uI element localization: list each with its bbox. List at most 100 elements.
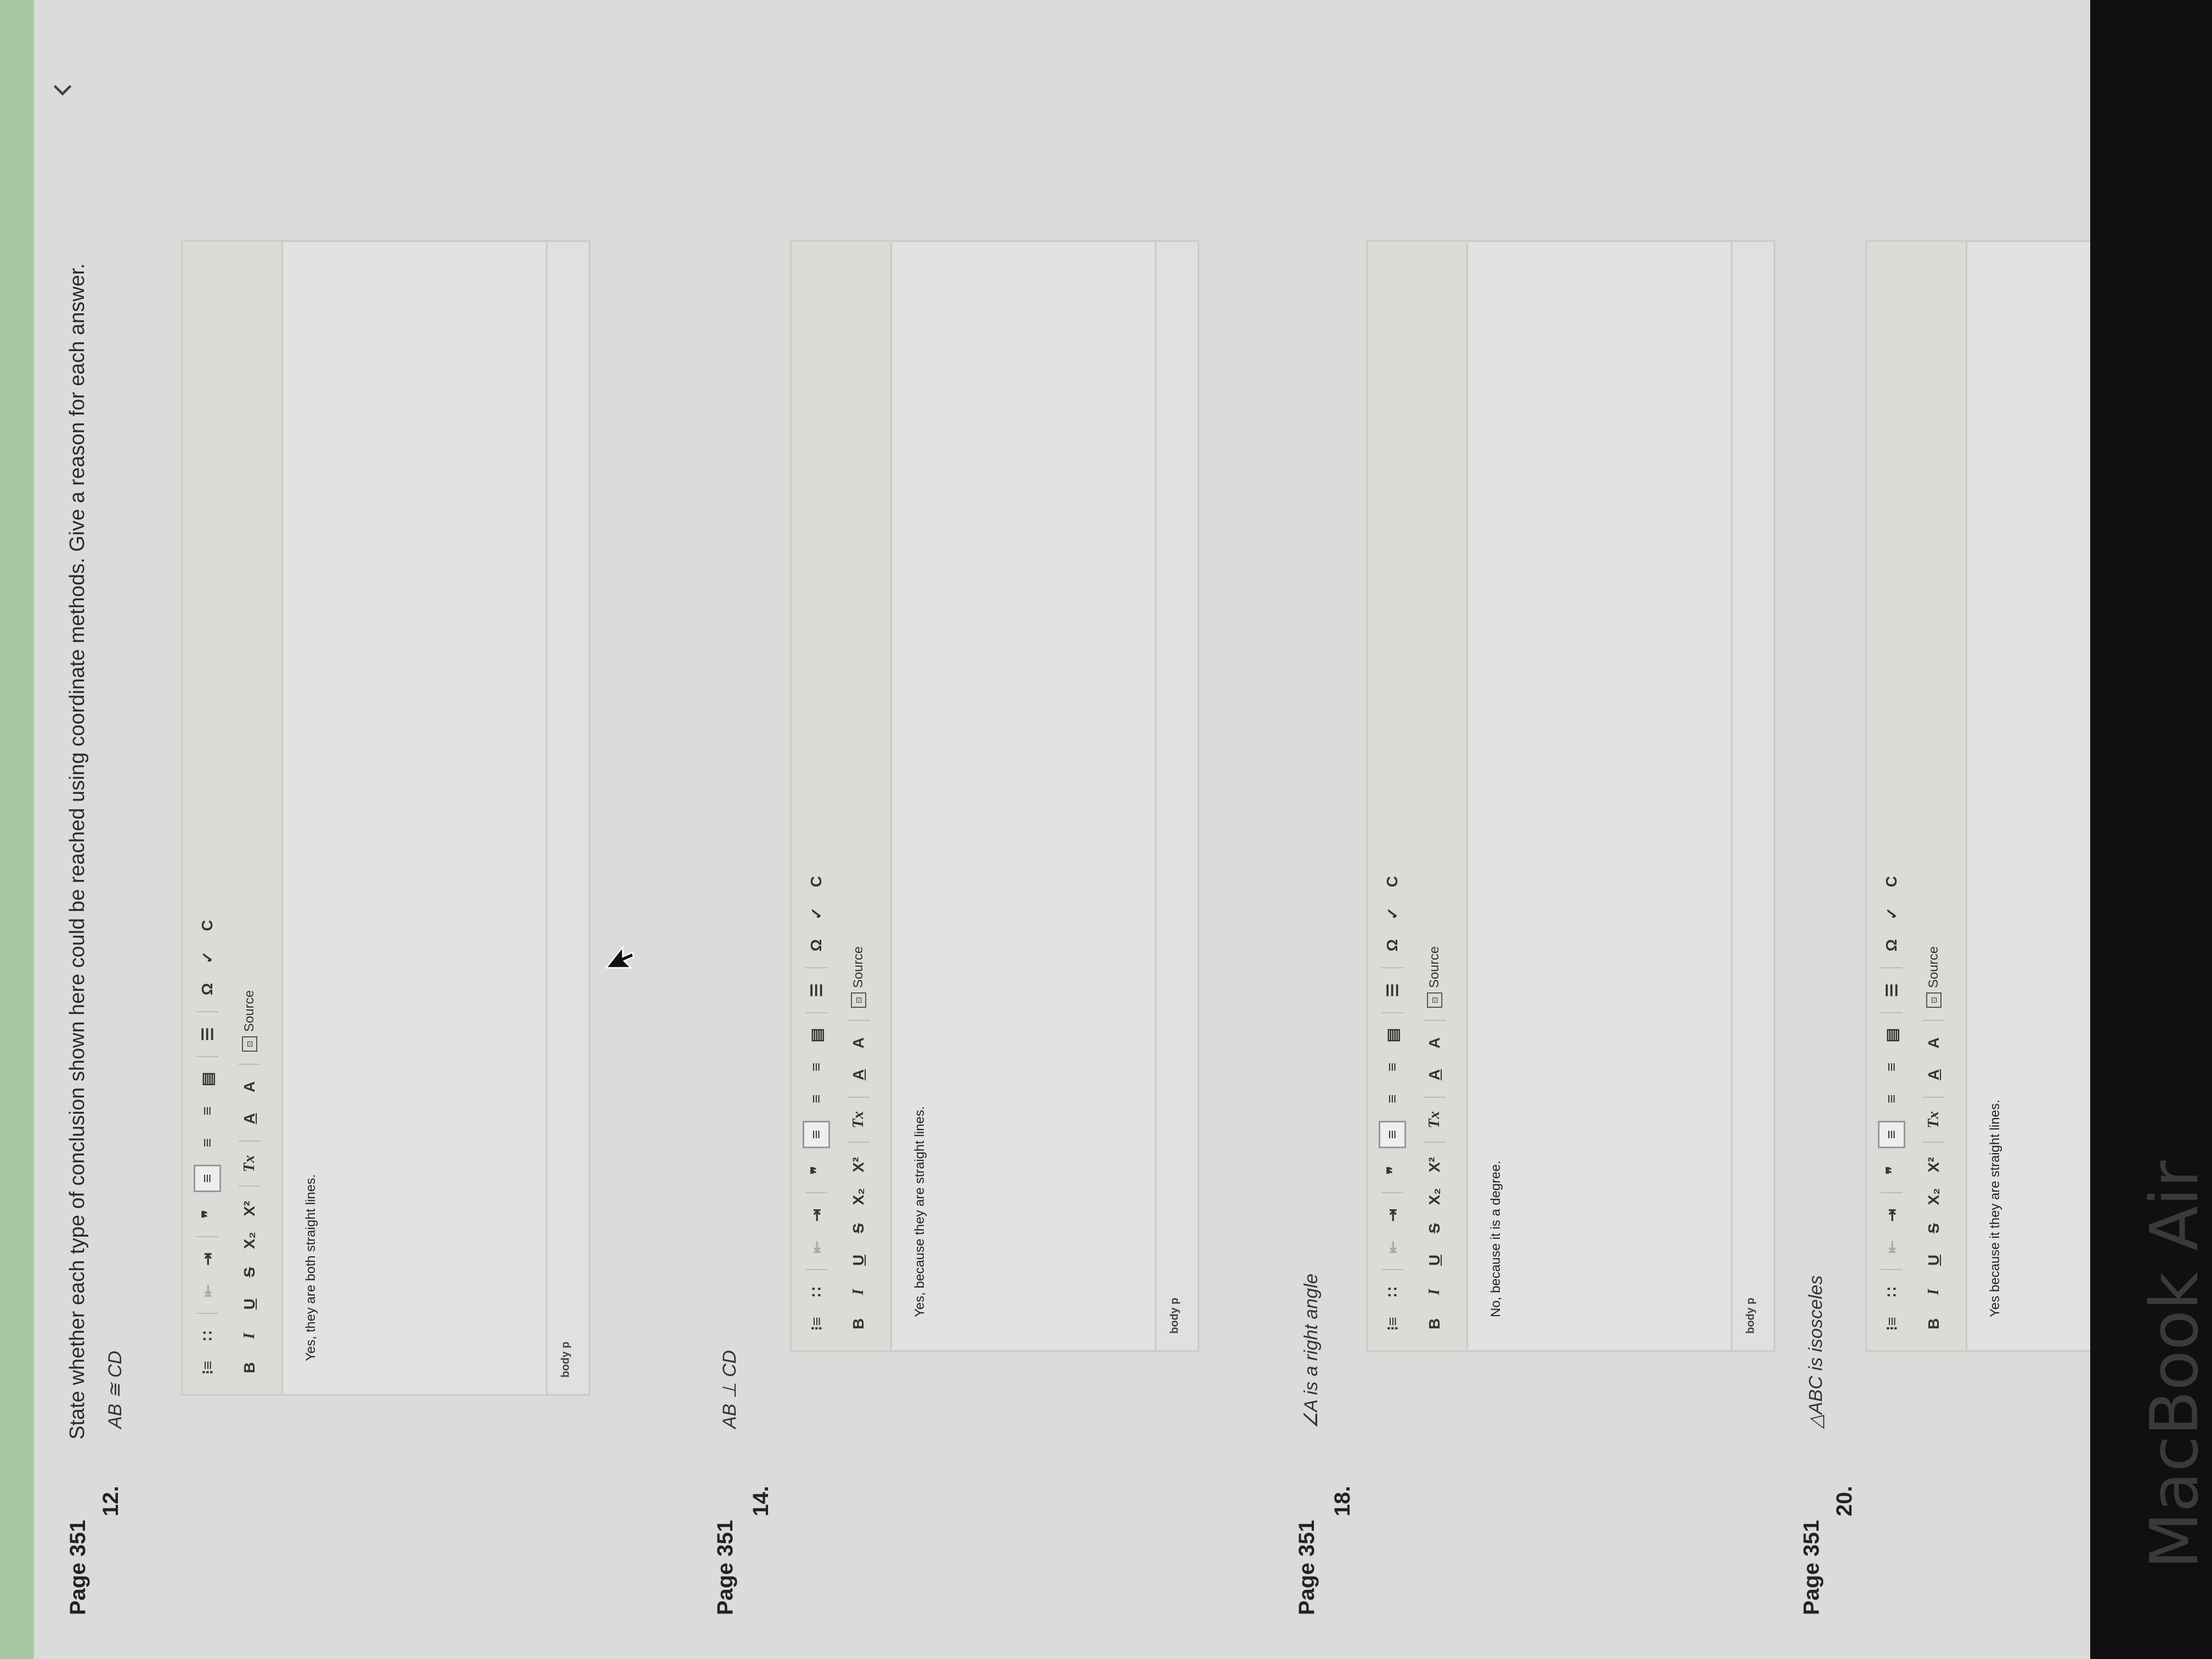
bold-button[interactable]: B — [1423, 1314, 1447, 1334]
italic-button[interactable]: I — [1922, 1282, 1946, 1302]
horizontal-line-icon[interactable]: ☰ — [195, 1024, 219, 1044]
q18-editor[interactable]: ⁝≡ ∷ ⇤ ⇥ ❞ ≡ ≡ ≡ ▤ ☰ Ω ✓ C B I U S X₂ X²… — [1366, 240, 1775, 1352]
check-icon[interactable]: ✓ — [804, 904, 828, 923]
bg-color-button[interactable]: A — [847, 1033, 871, 1053]
subscript-button[interactable]: X₂ — [238, 1231, 262, 1250]
underline-button[interactable]: U — [847, 1250, 871, 1270]
q12-answer-text[interactable]: Yes, they are both straight lines. — [303, 1174, 319, 1361]
text-color-button[interactable]: A — [847, 1065, 871, 1085]
outdent-icon[interactable]: ⇤ — [1380, 1237, 1404, 1257]
bold-button[interactable]: B — [847, 1314, 871, 1334]
italic-button[interactable]: I — [1423, 1282, 1447, 1302]
q12-element-path[interactable]: body p — [560, 1341, 572, 1378]
special-char-button[interactable]: Ω — [1380, 935, 1404, 955]
text-color-button[interactable]: A — [1922, 1065, 1946, 1085]
q12-editor[interactable]: ⁝≡ ∷ ⇤ ⇥ ❞ ≡ ≡ ≡ ▤ ☰ Ω ✓ C B I U S X₂ X²… — [181, 240, 590, 1396]
align-right-icon[interactable]: ≡ — [804, 1057, 828, 1077]
bg-color-button[interactable]: A — [1423, 1033, 1447, 1053]
bullet-list-icon[interactable]: ∷ — [804, 1282, 828, 1302]
check-icon[interactable]: ✓ — [1380, 904, 1404, 923]
blockquote-icon[interactable]: ❞ — [1380, 1160, 1404, 1180]
source-button[interactable]: ⊡ Source — [1427, 946, 1442, 1008]
indent-icon[interactable]: ⇥ — [804, 1205, 828, 1225]
source-button[interactable]: ⊡ Source — [1926, 946, 1942, 1008]
indent-icon[interactable]: ⇥ — [1380, 1205, 1404, 1225]
special-char-button[interactable]: Ω — [1880, 935, 1904, 955]
bold-button[interactable]: B — [238, 1358, 262, 1378]
ordered-list-icon[interactable]: ⁝≡ — [1880, 1314, 1904, 1334]
c-button[interactable]: C — [804, 872, 828, 891]
c-button[interactable]: C — [1380, 872, 1404, 891]
blockquote-icon[interactable]: ❞ — [804, 1160, 828, 1180]
clear-format-button[interactable]: Tx — [1423, 1110, 1447, 1130]
ordered-list-icon[interactable]: ⁝≡ — [804, 1314, 828, 1334]
back-chevron-icon[interactable] — [50, 77, 75, 101]
align-justify-icon[interactable]: ▤ — [1880, 1025, 1904, 1045]
align-center-icon[interactable]: ≡ — [1380, 1089, 1404, 1109]
c-button[interactable]: C — [1880, 872, 1904, 891]
special-char-button[interactable]: Ω — [195, 979, 219, 999]
strikethrough-button[interactable]: S — [238, 1262, 262, 1282]
q14-editor[interactable]: ⁝≡ ∷ ⇤ ⇥ ❞ ≡ ≡ ≡ ▤ ☰ Ω ✓ C B I U S X₂ X²… — [790, 240, 1199, 1352]
superscript-button[interactable]: X² — [1423, 1155, 1447, 1175]
ordered-list-icon[interactable]: ⁝≡ — [195, 1358, 219, 1378]
source-button[interactable]: ⊡ Source — [851, 946, 866, 1008]
horizontal-line-icon[interactable]: ☰ — [804, 980, 828, 1000]
superscript-button[interactable]: X² — [238, 1199, 262, 1218]
c-button[interactable]: C — [195, 916, 219, 935]
subscript-button[interactable]: X₂ — [847, 1187, 871, 1206]
align-left-icon[interactable]: ≡ — [194, 1165, 221, 1192]
superscript-button[interactable]: X² — [847, 1155, 871, 1175]
align-left-icon[interactable]: ≡ — [803, 1121, 830, 1148]
italic-button[interactable]: I — [238, 1326, 262, 1346]
italic-button[interactable]: I — [847, 1282, 871, 1302]
check-icon[interactable]: ✓ — [1880, 904, 1904, 923]
clear-format-button[interactable]: Tx — [238, 1154, 262, 1173]
outdent-icon[interactable]: ⇤ — [195, 1281, 219, 1301]
strikethrough-button[interactable]: S — [1423, 1218, 1447, 1238]
bullet-list-icon[interactable]: ∷ — [1880, 1282, 1904, 1302]
bg-color-button[interactable]: A — [1922, 1033, 1946, 1053]
ordered-list-icon[interactable]: ⁝≡ — [1380, 1314, 1404, 1334]
align-left-icon[interactable]: ≡ — [1878, 1121, 1905, 1148]
subscript-button[interactable]: X₂ — [1423, 1187, 1447, 1206]
text-color-button[interactable]: A — [238, 1109, 262, 1128]
align-justify-icon[interactable]: ▤ — [804, 1025, 828, 1045]
indent-icon[interactable]: ⇥ — [1880, 1205, 1904, 1225]
strikethrough-button[interactable]: S — [847, 1218, 871, 1238]
q20-editor[interactable]: ⁝≡ ∷ ⇤ ⇥ ❞ ≡ ≡ ≡ ▤ ☰ Ω ✓ C B I U S X₂ X²… — [1865, 240, 2090, 1352]
superscript-button[interactable]: X² — [1922, 1155, 1946, 1175]
align-center-icon[interactable]: ≡ — [1880, 1089, 1904, 1109]
special-char-button[interactable]: Ω — [804, 935, 828, 955]
underline-button[interactable]: U — [238, 1294, 262, 1314]
align-right-icon[interactable]: ≡ — [1880, 1057, 1904, 1077]
q18-element-path[interactable]: body p — [1745, 1297, 1757, 1334]
horizontal-line-icon[interactable]: ☰ — [1380, 980, 1404, 1000]
bold-button[interactable]: B — [1922, 1314, 1946, 1334]
align-right-icon[interactable]: ≡ — [195, 1101, 219, 1121]
bullet-list-icon[interactable]: ∷ — [1380, 1282, 1404, 1302]
align-justify-icon[interactable]: ▤ — [195, 1069, 219, 1089]
clear-format-button[interactable]: Tx — [847, 1110, 871, 1130]
align-left-icon[interactable]: ≡ — [1379, 1121, 1406, 1148]
align-justify-icon[interactable]: ▤ — [1380, 1025, 1404, 1045]
bullet-list-icon[interactable]: ∷ — [195, 1326, 219, 1346]
check-icon[interactable]: ✓ — [195, 947, 219, 967]
q18-answer-text[interactable]: No, because it is a degree. — [1488, 1160, 1504, 1317]
align-center-icon[interactable]: ≡ — [195, 1133, 219, 1153]
source-button[interactable]: ⊡ Source — [242, 990, 257, 1052]
q20-answer-text[interactable]: Yes because it they are straight lines. — [1988, 1099, 2003, 1317]
indent-icon[interactable]: ⇥ — [195, 1249, 219, 1269]
underline-button[interactable]: U — [1922, 1250, 1946, 1270]
text-color-button[interactable]: A — [1423, 1065, 1447, 1085]
subscript-button[interactable]: X₂ — [1922, 1187, 1946, 1206]
bg-color-button[interactable]: A — [238, 1077, 262, 1097]
align-right-icon[interactable]: ≡ — [1380, 1057, 1404, 1077]
horizontal-line-icon[interactable]: ☰ — [1880, 980, 1904, 1000]
underline-button[interactable]: U — [1423, 1250, 1447, 1270]
blockquote-icon[interactable]: ❞ — [1880, 1160, 1904, 1180]
clear-format-button[interactable]: Tx — [1922, 1110, 1946, 1130]
outdent-icon[interactable]: ⇤ — [1880, 1237, 1904, 1257]
strikethrough-button[interactable]: S — [1922, 1218, 1946, 1238]
q14-answer-text[interactable]: Yes, because they are straight lines. — [912, 1106, 928, 1317]
